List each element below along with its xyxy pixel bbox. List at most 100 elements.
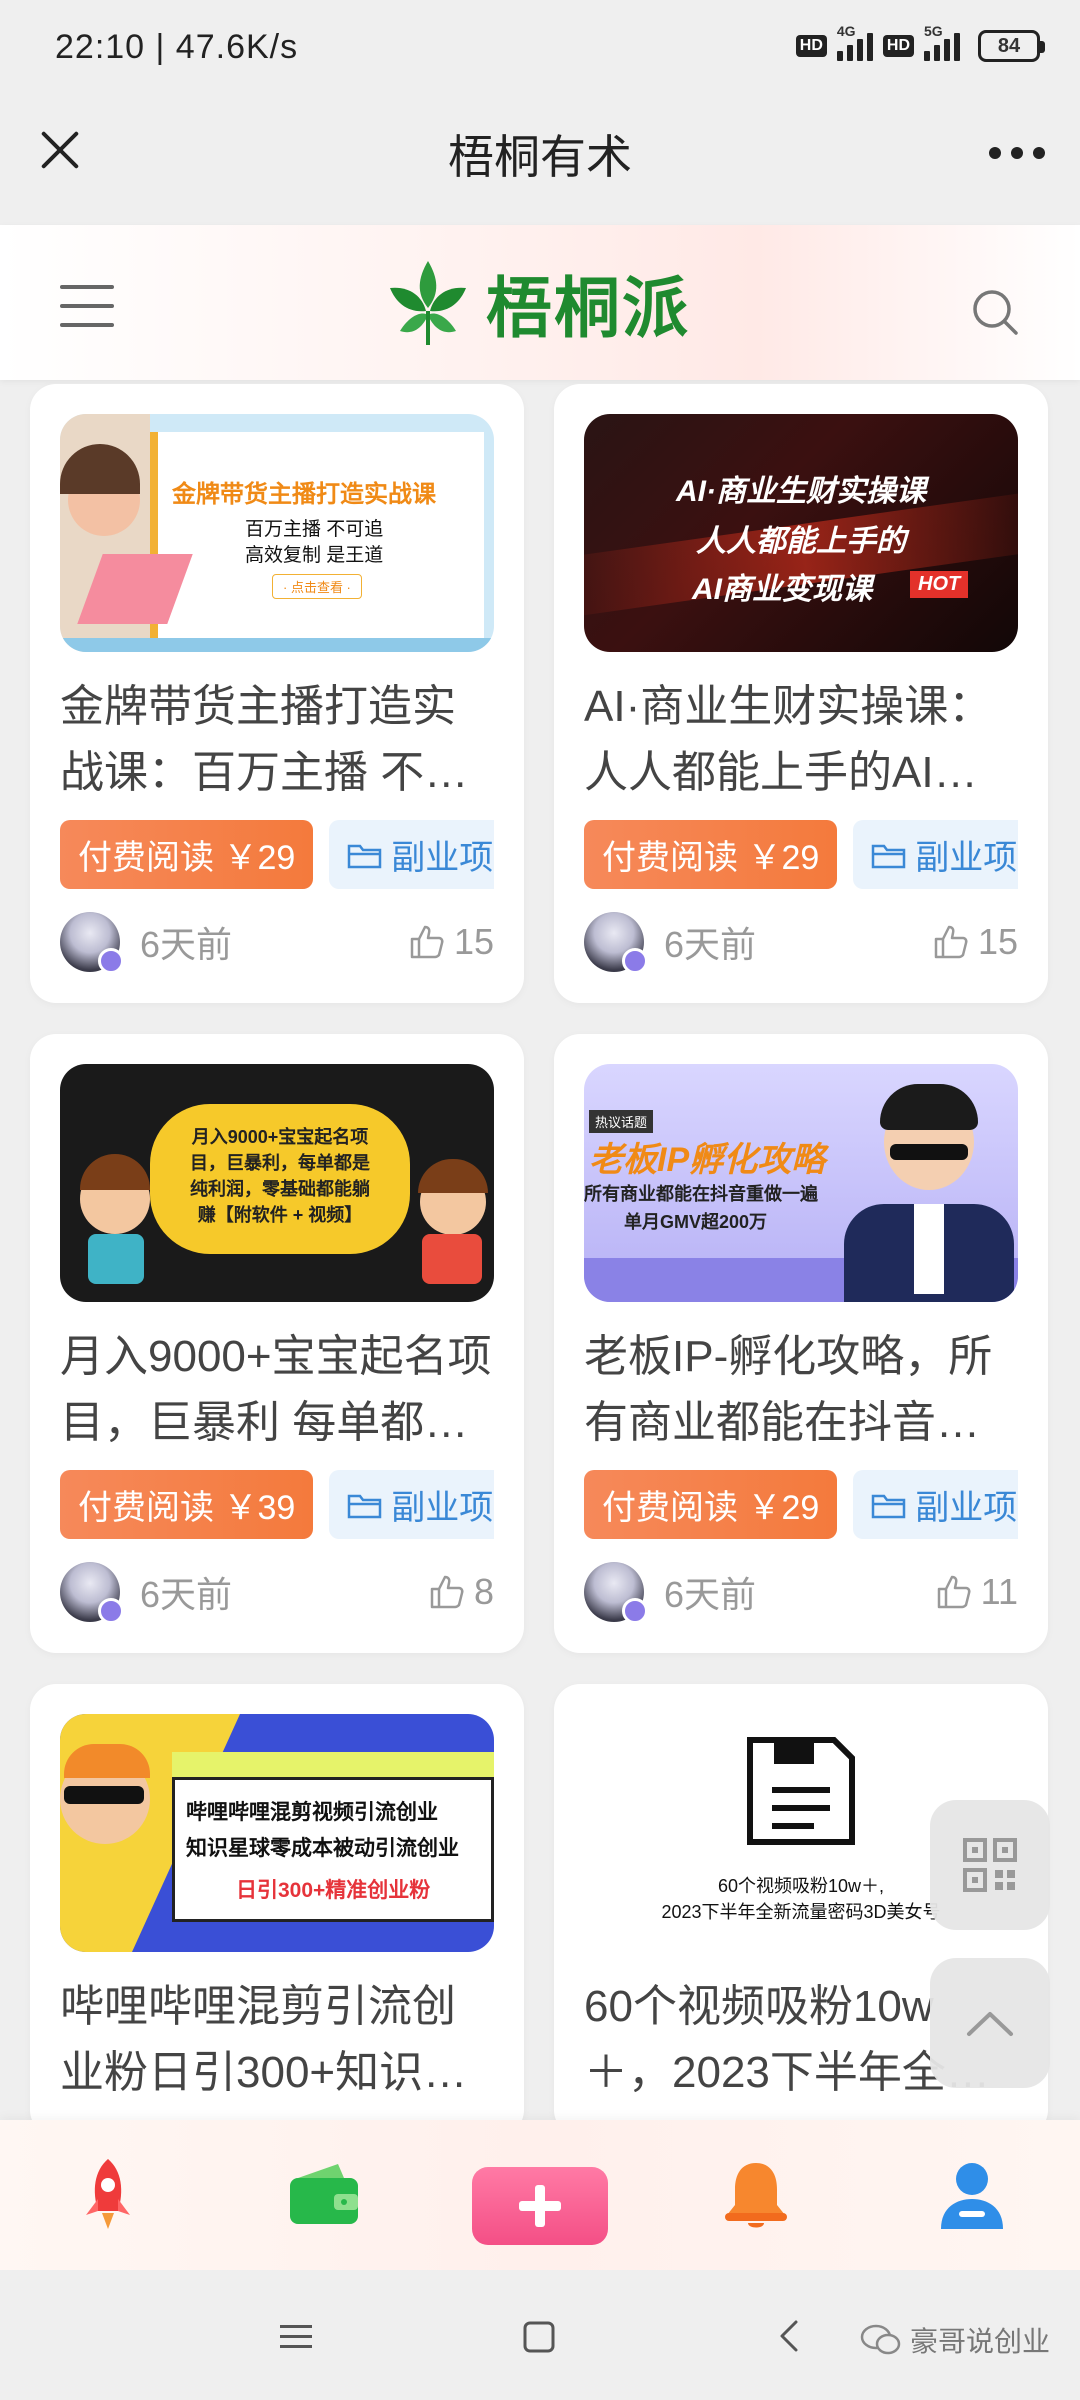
category-tag[interactable]: 副业项目 xyxy=(329,820,494,889)
qr-code-button[interactable] xyxy=(930,1800,1050,1930)
hd-icon-2: HD xyxy=(882,35,914,57)
tag-row: 付费阅读 ￥39 副业项目 xyxy=(60,1470,494,1539)
price-tag[interactable]: 付费阅读 ￥29 xyxy=(584,1470,838,1539)
back-icon[interactable] xyxy=(776,2318,800,2354)
avatar[interactable] xyxy=(584,912,648,974)
thumb-line: 所有商业都能在抖音重做一遍 xyxy=(584,1184,818,1204)
category-tag[interactable]: 副业项目 xyxy=(853,1470,1018,1539)
chevron-up-icon xyxy=(967,2012,1013,2036)
thumb-line: AI·商业生财实操课 xyxy=(676,475,926,508)
bell-icon xyxy=(725,2163,787,2228)
article-card[interactable]: 金牌带货主播打造实战课 百万主播 不可追 高效复制 是王道 · 点击查看 · 金… xyxy=(30,384,524,1003)
verified-badge-icon xyxy=(622,1598,648,1624)
battery-level: 84 xyxy=(997,34,1021,57)
article-meta: 6天前 15 xyxy=(584,911,1018,974)
hd-icon: HD xyxy=(795,35,827,57)
article-title[interactable]: 月入9000+宝宝起名项目，巨暴利 每单都是纯利润 xyxy=(60,1324,494,1456)
topic-chip: 热议话题 xyxy=(589,1110,654,1133)
network-label-2: 5G xyxy=(924,23,943,39)
verified-badge-icon xyxy=(98,948,124,974)
thumb-line: 老板IP孵化攻略 xyxy=(589,1141,826,1179)
price-tag[interactable]: 付费阅读 ￥29 xyxy=(584,820,838,889)
thumb-line: 纯利润，零基础都能躺 xyxy=(190,1179,370,1199)
nav-notifications[interactable] xyxy=(706,2145,806,2245)
thumb-line: 单月GMV超200万 xyxy=(624,1212,768,1232)
folder-icon xyxy=(872,844,906,868)
post-time: 6天前 xyxy=(664,1574,757,1615)
bottom-navigation xyxy=(0,2120,1080,2270)
like-button[interactable]: 15 xyxy=(408,921,494,963)
site-logo[interactable]: 梧桐派 xyxy=(378,253,690,353)
article-thumbnail[interactable]: 哔哩哔哩混剪视频引流创业 知识星球零成本被动引流创业 日引300+精准创业粉 xyxy=(60,1714,494,1952)
article-thumbnail[interactable]: 月入9000+宝宝起名项 目，巨暴利，每单都是 纯利润，零基础都能躺 赚【附软件… xyxy=(60,1064,494,1302)
app-bar: 梧桐有术 xyxy=(0,95,1080,225)
like-button[interactable]: 8 xyxy=(428,1571,494,1613)
avatar[interactable] xyxy=(584,1562,648,1624)
signal-icon-2: 5G xyxy=(924,23,960,61)
like-count: 11 xyxy=(980,1571,1018,1612)
like-button[interactable]: 11 xyxy=(935,1571,1018,1613)
home-square-icon[interactable] xyxy=(522,2320,556,2354)
article-card[interactable]: 月入9000+宝宝起名项 目，巨暴利，每单都是 纯利润，零基础都能躺 赚【附软件… xyxy=(30,1034,524,1653)
like-count: 15 xyxy=(453,921,494,962)
thumb-line: 知识星球零成本被动引流创业 xyxy=(186,1837,459,1860)
article-card[interactable]: 热议话题 老板IP孵化攻略 所有商业都能在抖音重做一遍 单月GMV超200万 老… xyxy=(554,1034,1048,1653)
plus-icon xyxy=(519,2185,561,2227)
category-tag[interactable]: 副业项目 xyxy=(853,820,1018,889)
category-label: 副业项目 xyxy=(915,1489,1018,1527)
system-navigation-bar: 豪哥说创业 xyxy=(0,2270,1080,2400)
thumbs-up-icon xyxy=(937,1575,971,1609)
article-card[interactable]: AI·商业生财实操课 人人都能上手的 AI商业变现课 HOT AI·商业生财实操… xyxy=(554,384,1048,1003)
post-time: 6天前 xyxy=(140,924,233,965)
folder-icon xyxy=(872,1494,906,1518)
post-time: 6天前 xyxy=(664,924,757,965)
rocket-icon xyxy=(86,2159,130,2229)
create-post-button[interactable] xyxy=(472,2167,608,2245)
verified-badge-icon xyxy=(98,1598,124,1624)
price-tag[interactable]: 付费阅读 ￥29 xyxy=(60,820,314,889)
more-options-icon[interactable] xyxy=(989,147,1045,159)
article-card[interactable]: 哔哩哔哩混剪视频引流创业 知识星球零成本被动引流创业 日引300+精准创业粉 哔… xyxy=(30,1684,524,2120)
thumb-button: · 点击查看 · xyxy=(272,574,362,599)
leaf-logo-icon xyxy=(390,261,466,345)
avatar[interactable] xyxy=(60,912,124,974)
status-time: 22:10 | 47.6K/s xyxy=(55,28,299,66)
watermark-text: 豪哥说创业 xyxy=(909,2326,1050,2357)
menu-icon[interactable] xyxy=(60,285,114,327)
nav-home[interactable] xyxy=(58,2145,158,2245)
search-icon[interactable] xyxy=(970,287,1020,337)
article-title[interactable]: AI·商业生财实操课：人人都能上手的AI商业变现课 xyxy=(584,674,1018,806)
tag-row: 付费阅读 ￥29 副业项目 xyxy=(584,1470,1018,1539)
post-time: 6天前 xyxy=(140,1574,233,1615)
status-bar: 22:10 | 47.6K/s HD 4G HD 5G 84 xyxy=(0,0,1080,95)
thumb-line: 高效复制 是王道 xyxy=(245,545,384,566)
battery-icon: 84 xyxy=(978,30,1045,62)
folder-icon xyxy=(348,1494,382,1518)
tag-row: 付费阅读 ￥29 副业项目 xyxy=(584,820,1018,889)
article-thumbnail[interactable]: AI·商业生财实操课 人人都能上手的 AI商业变现课 HOT xyxy=(584,414,1018,652)
status-icons: HD 4G HD 5G 84 xyxy=(795,23,1045,62)
article-title[interactable]: 哔哩哔哩混剪引流创业粉日引300+知识星球零成本被动引流 xyxy=(60,1974,494,2106)
category-tag[interactable]: 副业项目 xyxy=(329,1470,494,1539)
price-tag[interactable]: 付费阅读 ￥39 xyxy=(60,1470,314,1539)
article-title[interactable]: 老板IP-孵化攻略，所有商业都能在抖音重做一遍 xyxy=(584,1324,1018,1456)
category-label: 副业项目 xyxy=(915,839,1018,877)
article-meta: 6天前 15 xyxy=(60,911,494,974)
like-button[interactable]: 15 xyxy=(932,921,1018,963)
qr-code-icon xyxy=(963,1838,1017,1892)
like-count: 8 xyxy=(473,1571,494,1612)
avatar[interactable] xyxy=(60,1562,124,1624)
article-thumbnail[interactable]: 金牌带货主播打造实战课 百万主播 不可追 高效复制 是王道 · 点击查看 · xyxy=(60,414,494,652)
back-to-top-button[interactable] xyxy=(930,1958,1050,2088)
article-title[interactable]: 金牌带货主播打造实战课：百万主播 不可追 高效复制 是王道 xyxy=(60,674,494,806)
thumb-line: AI商业变现课 xyxy=(692,573,872,606)
thumb-title: 金牌带货主播打造实战课 xyxy=(172,481,436,508)
floppy-disk-icon xyxy=(747,1737,855,1845)
folder-icon xyxy=(348,844,382,868)
nav-profile[interactable] xyxy=(922,2145,1022,2245)
network-label: 4G xyxy=(836,23,856,39)
category-label: 副业项目 xyxy=(391,1489,494,1527)
recent-apps-icon[interactable] xyxy=(278,2322,314,2352)
article-thumbnail[interactable]: 热议话题 老板IP孵化攻略 所有商业都能在抖音重做一遍 单月GMV超200万 xyxy=(584,1064,1018,1302)
nav-wallet[interactable] xyxy=(274,2145,374,2245)
